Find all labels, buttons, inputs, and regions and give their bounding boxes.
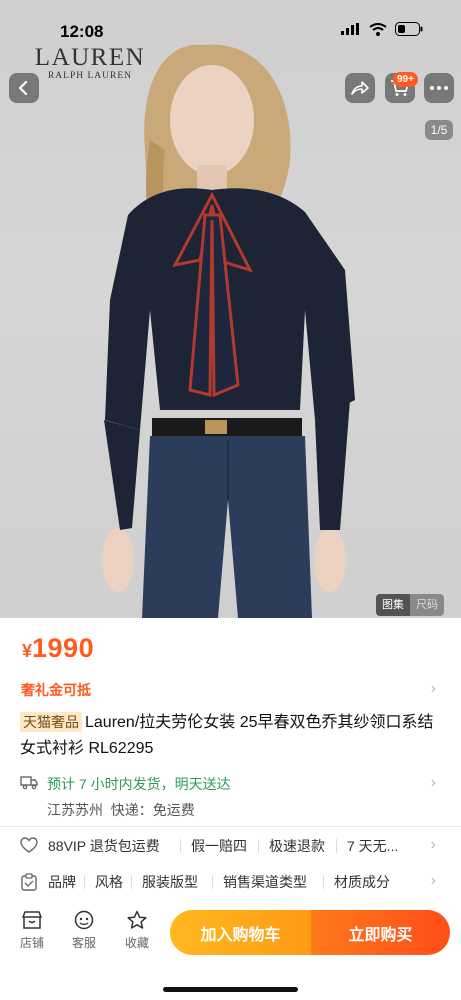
chevron-right-icon: ›	[430, 872, 436, 889]
param-material: 材质成分	[334, 874, 390, 890]
brand-logo-sub: RALPH LAUREN	[47, 71, 133, 81]
more-icon	[430, 86, 448, 90]
param-separator	[212, 875, 213, 889]
shipping-row[interactable]: 预计 7 小时内发货，明天送达 江苏苏州 快递：免运费 ›	[0, 772, 461, 822]
service-separator	[180, 839, 181, 853]
battery-icon	[395, 22, 423, 36]
service-separator	[336, 839, 337, 853]
gift-credit-row[interactable]: 奢礼金可抵 ›	[0, 680, 461, 700]
param-fit: 服装版型	[142, 874, 198, 890]
heart-check-icon	[20, 837, 38, 853]
price-currency: ¥	[22, 641, 33, 661]
product-price: ¥1990	[22, 633, 94, 664]
more-button[interactable]	[424, 73, 454, 103]
gift-credit-label: 奢礼金可抵	[21, 682, 91, 698]
gallery-tabs: 图集 尺码	[376, 594, 444, 616]
service-7-day-return: 7 天无...	[347, 838, 399, 854]
favorite-label: 收藏	[124, 936, 149, 950]
back-button[interactable]	[9, 73, 39, 103]
signal-icon	[341, 23, 359, 35]
truck-icon	[20, 776, 38, 790]
shipping-courier: 快递：免运费	[110, 802, 195, 818]
customer-service-button[interactable]: 客服	[64, 910, 104, 951]
store-label: 店铺	[19, 936, 44, 950]
shipping-origin: 江苏苏州 快递：免运费	[47, 800, 195, 820]
product-title-text: Lauren/拉夫劳伦女装 25早春双色乔其纱领口系结女式衬衫 RL62295	[20, 714, 434, 757]
share-button[interactable]	[345, 73, 375, 103]
bottom-action-bar: 店铺 客服 收藏 加入购物车 立即购买	[0, 902, 461, 1000]
chevron-right-icon: ›	[430, 774, 436, 791]
star-icon	[127, 910, 147, 929]
product-image-carousel[interactable]: 12:08 LAUREN RALPH LAUREN 99+ 1/5 图集 尺码	[0, 0, 461, 618]
service-88vip-return: 88VIP 退货包运费	[48, 838, 160, 854]
shipping-estimate: 预计 7 小时内发货，明天送达	[47, 776, 231, 792]
cart-badge: 99+	[393, 72, 418, 87]
status-time: 12:08	[60, 22, 104, 41]
params-row[interactable]: 品牌 风格 服装版型 销售渠道类型 材质成分 ›	[0, 872, 461, 894]
param-separator	[84, 875, 85, 889]
shipping-origin-city: 江苏苏州	[47, 802, 103, 818]
status-icons	[341, 22, 423, 36]
product-title: 天猫奢品 Lauren/拉夫劳伦女装 25早春双色乔其纱领口系结女式衬衫 RL62…	[20, 710, 445, 762]
clipboard-icon	[21, 873, 37, 891]
buy-now-button[interactable]: 立即购买	[311, 910, 450, 955]
param-separator	[131, 875, 132, 889]
service-icon	[74, 910, 94, 930]
price-amount: 1990	[32, 633, 95, 663]
back-icon	[18, 81, 28, 95]
service-separator	[258, 839, 259, 853]
brand-logo-main: LAUREN	[34, 44, 146, 71]
param-separator	[323, 875, 324, 889]
param-sales-channel: 销售渠道类型	[223, 874, 307, 890]
chevron-right-icon: ›	[430, 836, 436, 853]
wifi-icon	[369, 22, 387, 36]
store-tag: 天猫奢品	[20, 712, 82, 732]
page-indicator: 1/5	[425, 120, 453, 140]
store-button[interactable]: 店铺	[12, 910, 52, 951]
gallery-tab-size[interactable]: 尺码	[410, 594, 444, 616]
home-indicator	[163, 987, 298, 992]
param-brand: 品牌	[48, 874, 76, 890]
services-row[interactable]: 88VIP 退货包运费 假一赔四 极速退款 7 天无... ›	[0, 836, 461, 858]
store-icon	[22, 911, 42, 929]
service-fake-compensation: 假一赔四	[191, 838, 247, 854]
favorite-button[interactable]: 收藏	[117, 910, 157, 951]
gallery-tab-album[interactable]: 图集	[376, 594, 410, 616]
status-bar: 12:08	[0, 0, 461, 44]
brand-logo: LAUREN RALPH LAUREN	[30, 44, 150, 81]
param-style: 风格	[95, 874, 123, 890]
divider	[0, 826, 461, 827]
add-to-cart-button[interactable]: 加入购物车	[170, 910, 311, 955]
service-quick-refund: 极速退款	[269, 838, 325, 854]
share-icon	[351, 81, 369, 95]
customer-service-label: 客服	[71, 936, 96, 950]
chevron-right-icon: ›	[430, 680, 436, 697]
